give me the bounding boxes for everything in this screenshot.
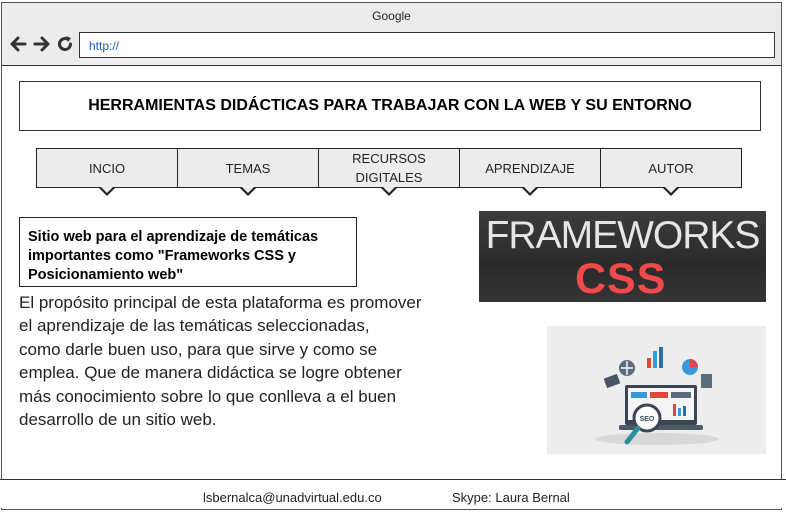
page-title: HERRAMIENTAS DIDÁCTICAS PARA TRABAJAR CO… bbox=[19, 81, 761, 131]
frameworks-css-image: FRAMEWORKS CSS bbox=[479, 211, 766, 302]
seo-illustration-image: SEO bbox=[547, 326, 766, 454]
nav-item-label: APRENDIZAJE bbox=[485, 160, 575, 176]
back-arrow-icon[interactable] bbox=[8, 34, 28, 54]
seo-illustration-icon: SEO bbox=[595, 347, 719, 445]
page-footer: lsbernalca@unadvirtual.edu.co Skype: Lau… bbox=[0, 479, 786, 508]
nav-item-label: INCIO bbox=[88, 160, 126, 176]
nav-item-recursos-digitales[interactable]: RECURSOS DIGITALES bbox=[319, 149, 460, 196]
nav-item-label: TEMAS bbox=[225, 160, 271, 176]
nav-item-autor[interactable]: AUTOR bbox=[601, 149, 741, 196]
main-nav-menu: INCIO TEMAS RECURSOS DIGITALES APRENDIZA… bbox=[36, 148, 742, 196]
nav-item-label: RECURSOS DIGITALES bbox=[352, 151, 426, 185]
footer-email: lsbernalca@unadvirtual.edu.co bbox=[203, 490, 382, 505]
site-subtitle: Sitio web para el aprendizaje de temátic… bbox=[19, 217, 357, 287]
address-bar[interactable]: http:// bbox=[79, 32, 775, 58]
window-title: Google bbox=[372, 9, 411, 23]
footer-skype: Skype: Laura Bernal bbox=[452, 490, 570, 505]
seo-label: SEO bbox=[640, 416, 655, 423]
forward-arrow-icon[interactable] bbox=[32, 34, 52, 54]
nav-item-temas[interactable]: TEMAS bbox=[178, 149, 319, 196]
intro-paragraph: El propósito principal de esta plataform… bbox=[19, 293, 422, 430]
nav-item-label: AUTOR bbox=[648, 160, 694, 176]
nav-item-inicio[interactable]: INCIO bbox=[37, 149, 178, 196]
css-word: CSS bbox=[575, 255, 667, 302]
browser-toolbar: http:// bbox=[2, 29, 781, 66]
reload-icon[interactable] bbox=[55, 34, 75, 54]
title-bar: Google bbox=[2, 3, 781, 29]
frameworks-word: FRAMEWORKS bbox=[485, 214, 761, 257]
nav-item-aprendizaje[interactable]: APRENDIZAJE bbox=[460, 149, 601, 196]
